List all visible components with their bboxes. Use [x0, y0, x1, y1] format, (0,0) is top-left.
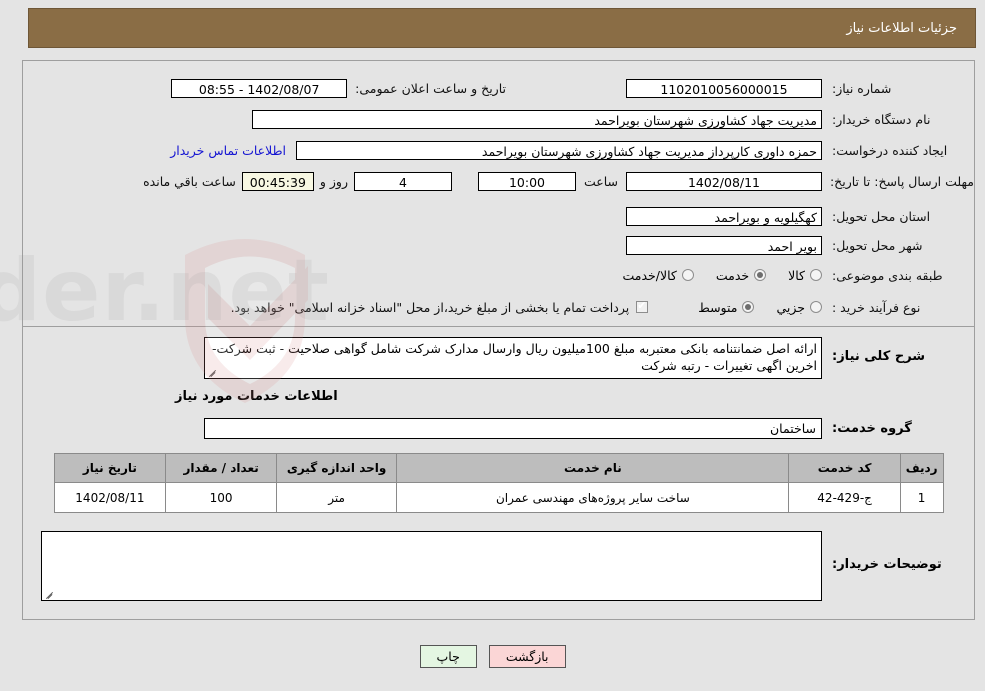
radio-icon-jozi[interactable]: [810, 301, 822, 313]
details-panel: شماره نیاز: 1102010056000015 تاریخ و ساع…: [22, 60, 975, 620]
requester-label: ایجاد کننده درخواست:: [832, 142, 948, 158]
radio-category-kala[interactable]: کالا: [788, 268, 822, 283]
need-number-label: شماره نیاز:: [832, 80, 892, 96]
cell-service-name: ساخت سایر پروژه‌های مهندسی عمران: [396, 482, 790, 513]
row-buyer-notes: توضیحات خریدار:: [23, 513, 974, 619]
summary-section: شماره نیاز: 1102010056000015 تاریخ و ساع…: [23, 61, 974, 327]
th-row-no: ردیف: [899, 453, 944, 483]
description-text: ارائه اصل ضمانتنامه بانکی معتبربه مبلغ 1…: [212, 341, 817, 373]
radio-label-jozi: جزیي: [776, 299, 805, 315]
category-label: طبقه بندی موضوعی:: [832, 267, 943, 283]
radio-icon-motavaset[interactable]: [742, 301, 755, 313]
action-buttons: بازگشت چاپ: [0, 645, 985, 668]
buyer-org-value: مدیریت جهاد کشاورزی شهرستان بویراحمد: [252, 109, 822, 129]
radio-icon-kala-khedmat[interactable]: [681, 269, 694, 281]
radio-label-kala-khedmat: کالا/خدمت: [622, 267, 677, 283]
services-table-wrap: ردیف کد خدمت نام خدمت واحد اندازه گیری ت…: [23, 439, 974, 513]
cell-quantity: 100: [165, 482, 277, 513]
treasury-checkbox[interactable]: [636, 299, 649, 313]
deadline-label: مهلت ارسال پاسخ: تا تاریخ:: [829, 173, 974, 189]
row-requester: ایجاد کننده درخواست: حمزه داوری کارپرداز…: [23, 137, 974, 163]
deadline-date-value: 1402/08/11: [626, 171, 822, 191]
row-buyer-org: نام دستگاه خریدار: مدیریت جهاد کشاورزی ش…: [23, 106, 974, 132]
radio-label-khedmat: خدمت: [715, 267, 750, 283]
services-table: ردیف کد خدمت نام خدمت واحد اندازه گیری ت…: [53, 453, 944, 513]
print-button[interactable]: چاپ: [419, 645, 477, 668]
radio-category-kala-khedmat[interactable]: کالا/خدمت: [622, 267, 694, 283]
need-number-value: 1102010056000015: [626, 78, 822, 98]
process-label: نوع فرآیند خرید :: [832, 299, 921, 315]
radio-process-motavaset[interactable]: متوسط: [698, 299, 755, 315]
row-description: شرح کلی نیاز: ارائه اصل ضمانتنامه بانکی …: [23, 327, 974, 379]
th-quantity: تعداد / مقدار: [165, 453, 277, 483]
table-row: 1 ج-429-42 ساخت سایر پروژه‌های مهندسی عم…: [53, 482, 944, 513]
remaining-suffix-label: ساعت باقي مانده: [143, 173, 236, 189]
back-button[interactable]: بازگشت: [488, 645, 566, 668]
page-title: جزئیات اطلاعات نیاز: [846, 20, 957, 36]
days-word-label: روز و: [319, 173, 348, 189]
service-group-label: گروه خدمت:: [832, 421, 912, 436]
cell-need-date: 1402/08/11: [53, 482, 167, 513]
th-unit: واحد اندازه گیری: [275, 453, 398, 483]
radio-process-jozi[interactable]: جزیي: [776, 300, 822, 315]
radio-label-kala: کالا: [788, 267, 805, 283]
th-service-name: نام خدمت: [396, 453, 790, 483]
buyer-notes-label: توضیحات خریدار:: [832, 557, 942, 572]
resize-grip-icon: [207, 367, 217, 377]
th-need-date: تاریخ نیاز: [53, 453, 167, 483]
city-label: شهر محل تحویل:: [832, 237, 923, 253]
days-remaining-value: 4: [353, 171, 452, 191]
description-value[interactable]: ارائه اصل ضمانتنامه بانکی معتبربه مبلغ 1…: [204, 337, 822, 379]
radio-icon-khedmat[interactable]: [754, 269, 767, 281]
row-need-number: شماره نیاز: 1102010056000015 تاریخ و ساع…: [23, 61, 974, 101]
row-deadline: مهلت ارسال پاسخ: تا تاریخ: 1402/08/11 سا…: [23, 168, 974, 194]
radio-category-khedmat[interactable]: خدمت: [715, 267, 767, 283]
requester-value: حمزه داوری کارپرداز مدیریت جهاد کشاورزی …: [296, 140, 822, 160]
time-label: ساعت: [583, 173, 618, 189]
buyer-org-label: نام دستگاه خریدار:: [832, 111, 931, 127]
resize-grip-icon-notes: [44, 589, 54, 599]
row-process: نوع فرآیند خرید : جزیي متوسط پرداخت تمام…: [23, 294, 974, 320]
buyer-contact-link[interactable]: اطلاعات تماس خریدار: [170, 143, 296, 158]
cell-row-no: 1: [899, 482, 944, 513]
hours-remaining-value: 00:45:39: [241, 171, 314, 191]
row-service-group: گروه خدمت: ساختمان: [23, 404, 974, 439]
radio-label-motavaset: متوسط: [698, 299, 738, 315]
details-section: شرح کلی نیاز: ارائه اصل ضمانتنامه بانکی …: [23, 327, 974, 619]
province-label: استان محل تحویل:: [832, 208, 931, 224]
public-announce-label: تاریخ و ساعت اعلان عمومی:: [355, 80, 506, 96]
description-label: شرح کلی نیاز:: [832, 349, 926, 364]
row-category: طبقه بندی موضوعی: کالا خدمت کالا/خدمت: [23, 262, 974, 288]
public-announce-value: 08:55 - 1402/08/07: [171, 78, 348, 98]
row-province: استان محل تحویل: کهگیلویه و بویراحمد: [23, 203, 974, 229]
treasury-note-text: پرداخت تمام یا بخشی از مبلغ خرید،از محل …: [230, 299, 630, 315]
cell-unit: متر: [275, 482, 398, 513]
deadline-time-value: 10:00: [477, 171, 576, 191]
row-city: شهر محل تحویل: بویر احمد: [23, 232, 974, 258]
buyer-notes-value[interactable]: [41, 531, 822, 601]
cell-service-code: ج-429-42: [788, 482, 901, 513]
page-header: جزئیات اطلاعات نیاز: [28, 8, 976, 48]
services-section-title: اطلاعات خدمات مورد نیاز: [175, 389, 338, 404]
th-service-code: کد خدمت: [788, 453, 901, 483]
province-value: کهگیلویه و بویراحمد: [626, 206, 822, 226]
radio-icon-kala[interactable]: [810, 269, 822, 281]
city-value: بویر احمد: [626, 235, 822, 255]
service-group-value: ساختمان: [204, 418, 822, 439]
table-header-row: ردیف کد خدمت نام خدمت واحد اندازه گیری ت…: [53, 453, 944, 483]
